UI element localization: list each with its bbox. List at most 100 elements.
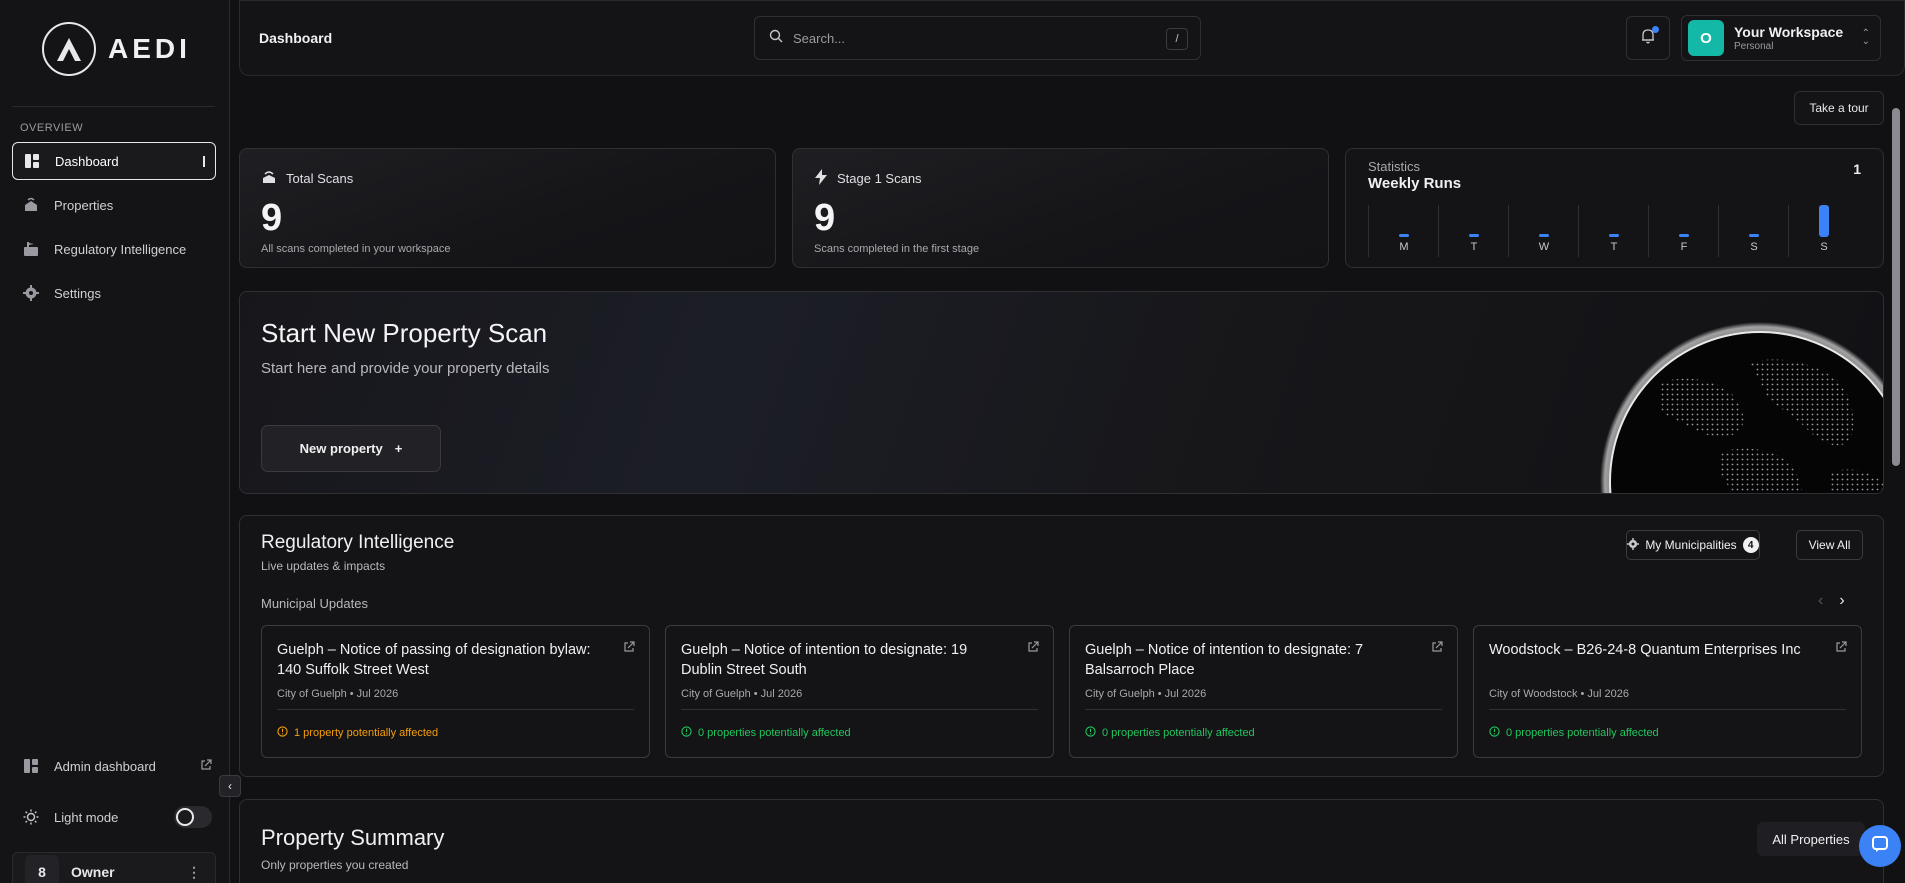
sidebar-item-label: Regulatory Intelligence <box>54 241 187 257</box>
collapse-sidebar-button[interactable]: ‹ <box>219 775 241 797</box>
hero-subtitle: Start here and provide your property det… <box>261 360 550 377</box>
sidebar-section-label: OVERVIEW <box>20 122 84 134</box>
user-menu[interactable]: 8 Owner ⋮ <box>12 852 216 883</box>
sidebar-nav: Dashboard Properties Regulatory Intellig… <box>12 142 216 318</box>
lightning-icon <box>814 169 828 188</box>
workspace-avatar: O <box>1688 20 1724 56</box>
new-scan-hero: Start New Property Scan Start here and p… <box>239 291 1884 494</box>
external-link-icon[interactable] <box>1027 640 1039 658</box>
new-property-button[interactable]: New property + <box>261 425 441 472</box>
total-scans-card: Total Scans 9 All scans completed in you… <box>239 148 776 268</box>
info-circle-icon <box>1085 726 1096 740</box>
admin-dashboard-icon <box>22 757 40 775</box>
sidebar-item-settings[interactable]: Settings <box>12 274 216 312</box>
notification-dot <box>1652 26 1659 33</box>
stage1-scans-caption: Scans completed in the first stage <box>814 243 980 255</box>
municipalities-count-badge: 4 <box>1742 537 1759 553</box>
sidebar-item-regulatory-intelligence[interactable]: Regulatory Intelligence <box>12 230 216 268</box>
update-meta: City of Guelph • Jul 2026 <box>277 688 399 700</box>
weekly-day-column: W <box>1508 205 1578 257</box>
admin-dashboard-link[interactable]: Admin dashboard <box>22 757 212 775</box>
search-input[interactable] <box>793 30 1133 46</box>
weekly-bar <box>1609 234 1619 237</box>
search-shortcut-key: / <box>1166 28 1188 50</box>
external-link-icon[interactable] <box>1431 640 1443 658</box>
external-link-icon <box>200 758 212 774</box>
weekly-runs-card: Statistics Weekly Runs 1 M T W T F S S <box>1345 148 1884 268</box>
weekly-bar <box>1749 234 1759 237</box>
regulatory-title: Regulatory Intelligence <box>261 532 455 553</box>
weekly-runs-sup: Statistics <box>1368 159 1421 174</box>
update-impact-text: 0 properties potentially affected <box>1102 727 1255 739</box>
external-link-icon[interactable] <box>1835 640 1847 658</box>
take-tour-button[interactable]: Take a tour <box>1794 91 1884 125</box>
new-property-label: New property <box>299 441 383 456</box>
info-circle-icon <box>1489 726 1500 740</box>
municipal-update-card[interactable]: Woodstock – B26-24-8 Quantum Enterprises… <box>1473 625 1862 758</box>
stage1-scans-label: Stage 1 Scans <box>837 171 922 186</box>
sun-icon <box>22 808 40 826</box>
notifications-button[interactable] <box>1626 16 1670 60</box>
more-icon: ⋮ <box>187 863 201 880</box>
municipal-update-card[interactable]: Guelph – Notice of intention to designat… <box>665 625 1054 758</box>
update-meta: City of Guelph • Jul 2026 <box>1085 688 1207 700</box>
scans-icon <box>261 169 277 188</box>
sidebar-item-properties[interactable]: Properties <box>12 186 216 224</box>
total-scans-label-row: Total Scans <box>261 169 353 188</box>
my-municipalities-button[interactable]: My Municipalities 4 <box>1626 530 1760 560</box>
brand-logo[interactable]: AEDI <box>42 22 191 76</box>
avatar: 8 <box>25 855 59 883</box>
chevron-left-icon[interactable]: ‹ <box>1818 592 1823 610</box>
workspace-switcher[interactable]: O Your Workspace Personal ⌃ ⌄ <box>1681 15 1881 61</box>
weekly-day-label: T <box>1610 241 1618 253</box>
weekly-runs-chart: MTWTFSS <box>1368 205 1858 257</box>
sidebar-item-dashboard[interactable]: Dashboard <box>12 142 216 180</box>
search-bar[interactable]: / <box>754 16 1201 60</box>
sidebar: AEDI OVERVIEW Dashboard Properties Regul… <box>0 0 230 883</box>
weekly-bar <box>1469 234 1479 237</box>
sidebar-item-label: Properties <box>54 197 114 213</box>
logo-mark-icon <box>42 22 96 76</box>
update-title: Woodstock – B26-24-8 Quantum Enterprises… <box>1489 642 1801 658</box>
stage1-scans-card: Stage 1 Scans 9 Scans completed in the f… <box>792 148 1329 268</box>
stage1-scans-value: 9 <box>814 197 836 239</box>
update-divider <box>681 709 1038 710</box>
property-summary-title: Property Summary <box>261 825 445 850</box>
update-divider <box>1489 709 1846 710</box>
chevron-right-icon[interactable]: › <box>1839 592 1844 610</box>
view-all-button[interactable]: View All <box>1796 530 1863 560</box>
total-scans-label: Total Scans <box>286 171 354 186</box>
weekly-day-column: F <box>1648 205 1718 257</box>
update-meta: City of Guelph • Jul 2026 <box>681 688 803 700</box>
chevron-left-icon: ‹ <box>228 779 232 793</box>
all-properties-button[interactable]: All Properties <box>1757 822 1865 856</box>
plus-icon: + <box>394 441 403 456</box>
total-scans-caption: All scans completed in your workspace <box>261 243 451 255</box>
municipal-update-card[interactable]: Guelph – Notice of passing of designatio… <box>261 625 650 758</box>
chat-launcher-button[interactable] <box>1859 825 1901 867</box>
dashboard-icon <box>23 152 41 170</box>
app-root: AEDI OVERVIEW Dashboard Properties Regul… <box>0 0 1905 883</box>
properties-icon <box>22 196 40 214</box>
municipal-update-card[interactable]: Guelph – Notice of intention to designat… <box>1069 625 1458 758</box>
sidebar-item-label: Settings <box>54 285 101 301</box>
stage1-scans-label-row: Stage 1 Scans <box>814 169 922 188</box>
regulatory-subtitle: Live updates & impacts <box>261 559 386 573</box>
chevron-updown-icon: ⌃ ⌄ <box>1861 28 1870 47</box>
weekly-day-label: T <box>1470 241 1478 253</box>
weekly-day-label: M <box>1399 241 1409 253</box>
weekly-runs-title: Weekly Runs <box>1368 175 1462 192</box>
external-link-icon[interactable] <box>623 640 635 658</box>
update-impact-text: 0 properties potentially affected <box>698 727 851 739</box>
light-mode-toggle[interactable] <box>174 806 212 828</box>
municipal-updates-label: Municipal Updates <box>261 596 368 611</box>
weekly-runs-count: 1 <box>1853 161 1861 177</box>
gear-icon <box>1627 537 1640 553</box>
carousel-controls: ‹ › <box>1818 592 1845 610</box>
search-icon <box>769 29 783 48</box>
update-title: Guelph – Notice of intention to designat… <box>1085 642 1364 678</box>
page-scrollbar[interactable] <box>1892 108 1900 466</box>
update-title: Guelph – Notice of intention to designat… <box>681 642 968 678</box>
update-impact: 0 properties potentially affected <box>1489 726 1659 740</box>
gear-icon <box>22 284 40 302</box>
